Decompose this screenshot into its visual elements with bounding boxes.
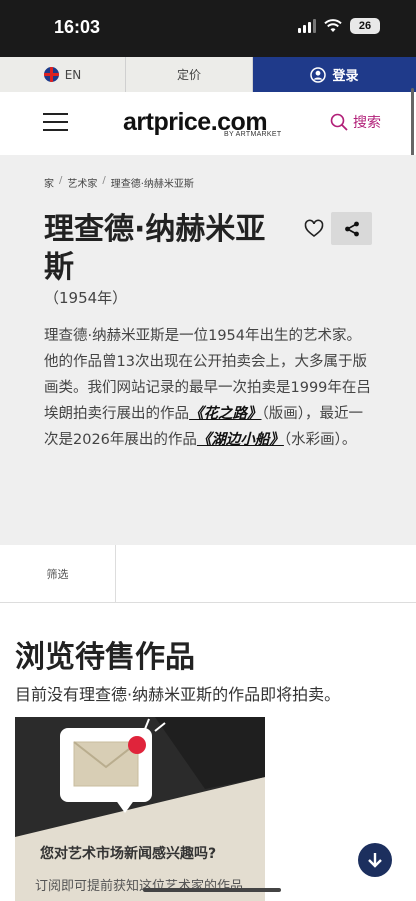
breadcrumb-current: 理查德·纳赫米亚斯 [110,179,194,190]
artist-name: 理查德·纳赫米亚斯 [44,212,266,285]
newsletter-card: 您对艺术市场新闻感兴趣吗? 订阅即可提前获知这位艺术家的作品 [15,717,265,901]
wifi-icon [324,19,342,32]
heart-icon[interactable] [304,219,324,239]
newsletter-title: 您对艺术市场新闻感兴趣吗? [40,846,217,862]
browse-subtitle: 目前没有理查德·纳赫米亚斯的作品即将拍卖。 [15,685,341,704]
signal-icon [298,19,316,33]
browse-title: 浏览待售作品 [15,640,195,675]
search-button[interactable]: 搜索 [330,112,381,132]
artwork-link-2[interactable]: 《湖边小船》 [197,432,284,448]
pricing-link[interactable]: 定价 [126,57,253,92]
language-selector[interactable]: EN [0,57,126,92]
battery-indicator: 26 [350,18,380,34]
share-button[interactable] [331,212,372,245]
status-time: 16:03 [54,17,101,37]
arrow-down-icon [368,853,382,868]
notification-dot [128,736,146,754]
language-label: EN [64,67,82,82]
uk-flag-icon [43,67,59,82]
scroll-down-button[interactable] [358,843,392,877]
breadcrumb-separator: / [102,175,106,186]
artist-years: （1954年） [44,289,128,307]
menu-icon[interactable] [43,113,68,133]
search-label: 搜索 [353,115,381,131]
filter-bar: 筛选 [0,545,416,603]
site-header: artprice.com BY ARTMARKET 搜索 [0,92,416,155]
breadcrumb-artists[interactable]: 艺术家 [67,175,97,190]
search-icon [330,113,348,131]
artist-bio: 理查德·纳赫米亚斯是一位1954年出生的艺术家。他的作品曾13次出现在公开拍卖会… [44,323,374,453]
status-bar: 16:03 26 [0,0,416,57]
home-indicator [143,888,281,892]
breadcrumb-home[interactable]: 家 [44,175,54,190]
artist-section: 家 / 艺术家 / 理查德·纳赫米亚斯 理查德·纳赫米亚斯 （1954年） 理查… [0,155,416,545]
bio-text: （水彩画）。 [283,432,357,448]
breadcrumb: 家 / 艺术家 / 理查德·纳赫米亚斯 [44,175,194,190]
top-bar: EN 定价 登录 [0,57,416,92]
user-icon [310,66,327,83]
artwork-link-1[interactable]: 《花之路》 [189,406,262,422]
share-icon [344,221,359,236]
newsletter-text: 订阅即可提前获知这位艺术家的作品 [35,879,244,894]
logo-subtitle: BY ARTMARKET [224,131,282,138]
login-button[interactable]: 登录 [253,57,416,92]
breadcrumb-separator: / [59,175,63,186]
filter-button[interactable]: 筛选 [0,545,116,603]
login-label: 登录 [332,69,359,84]
